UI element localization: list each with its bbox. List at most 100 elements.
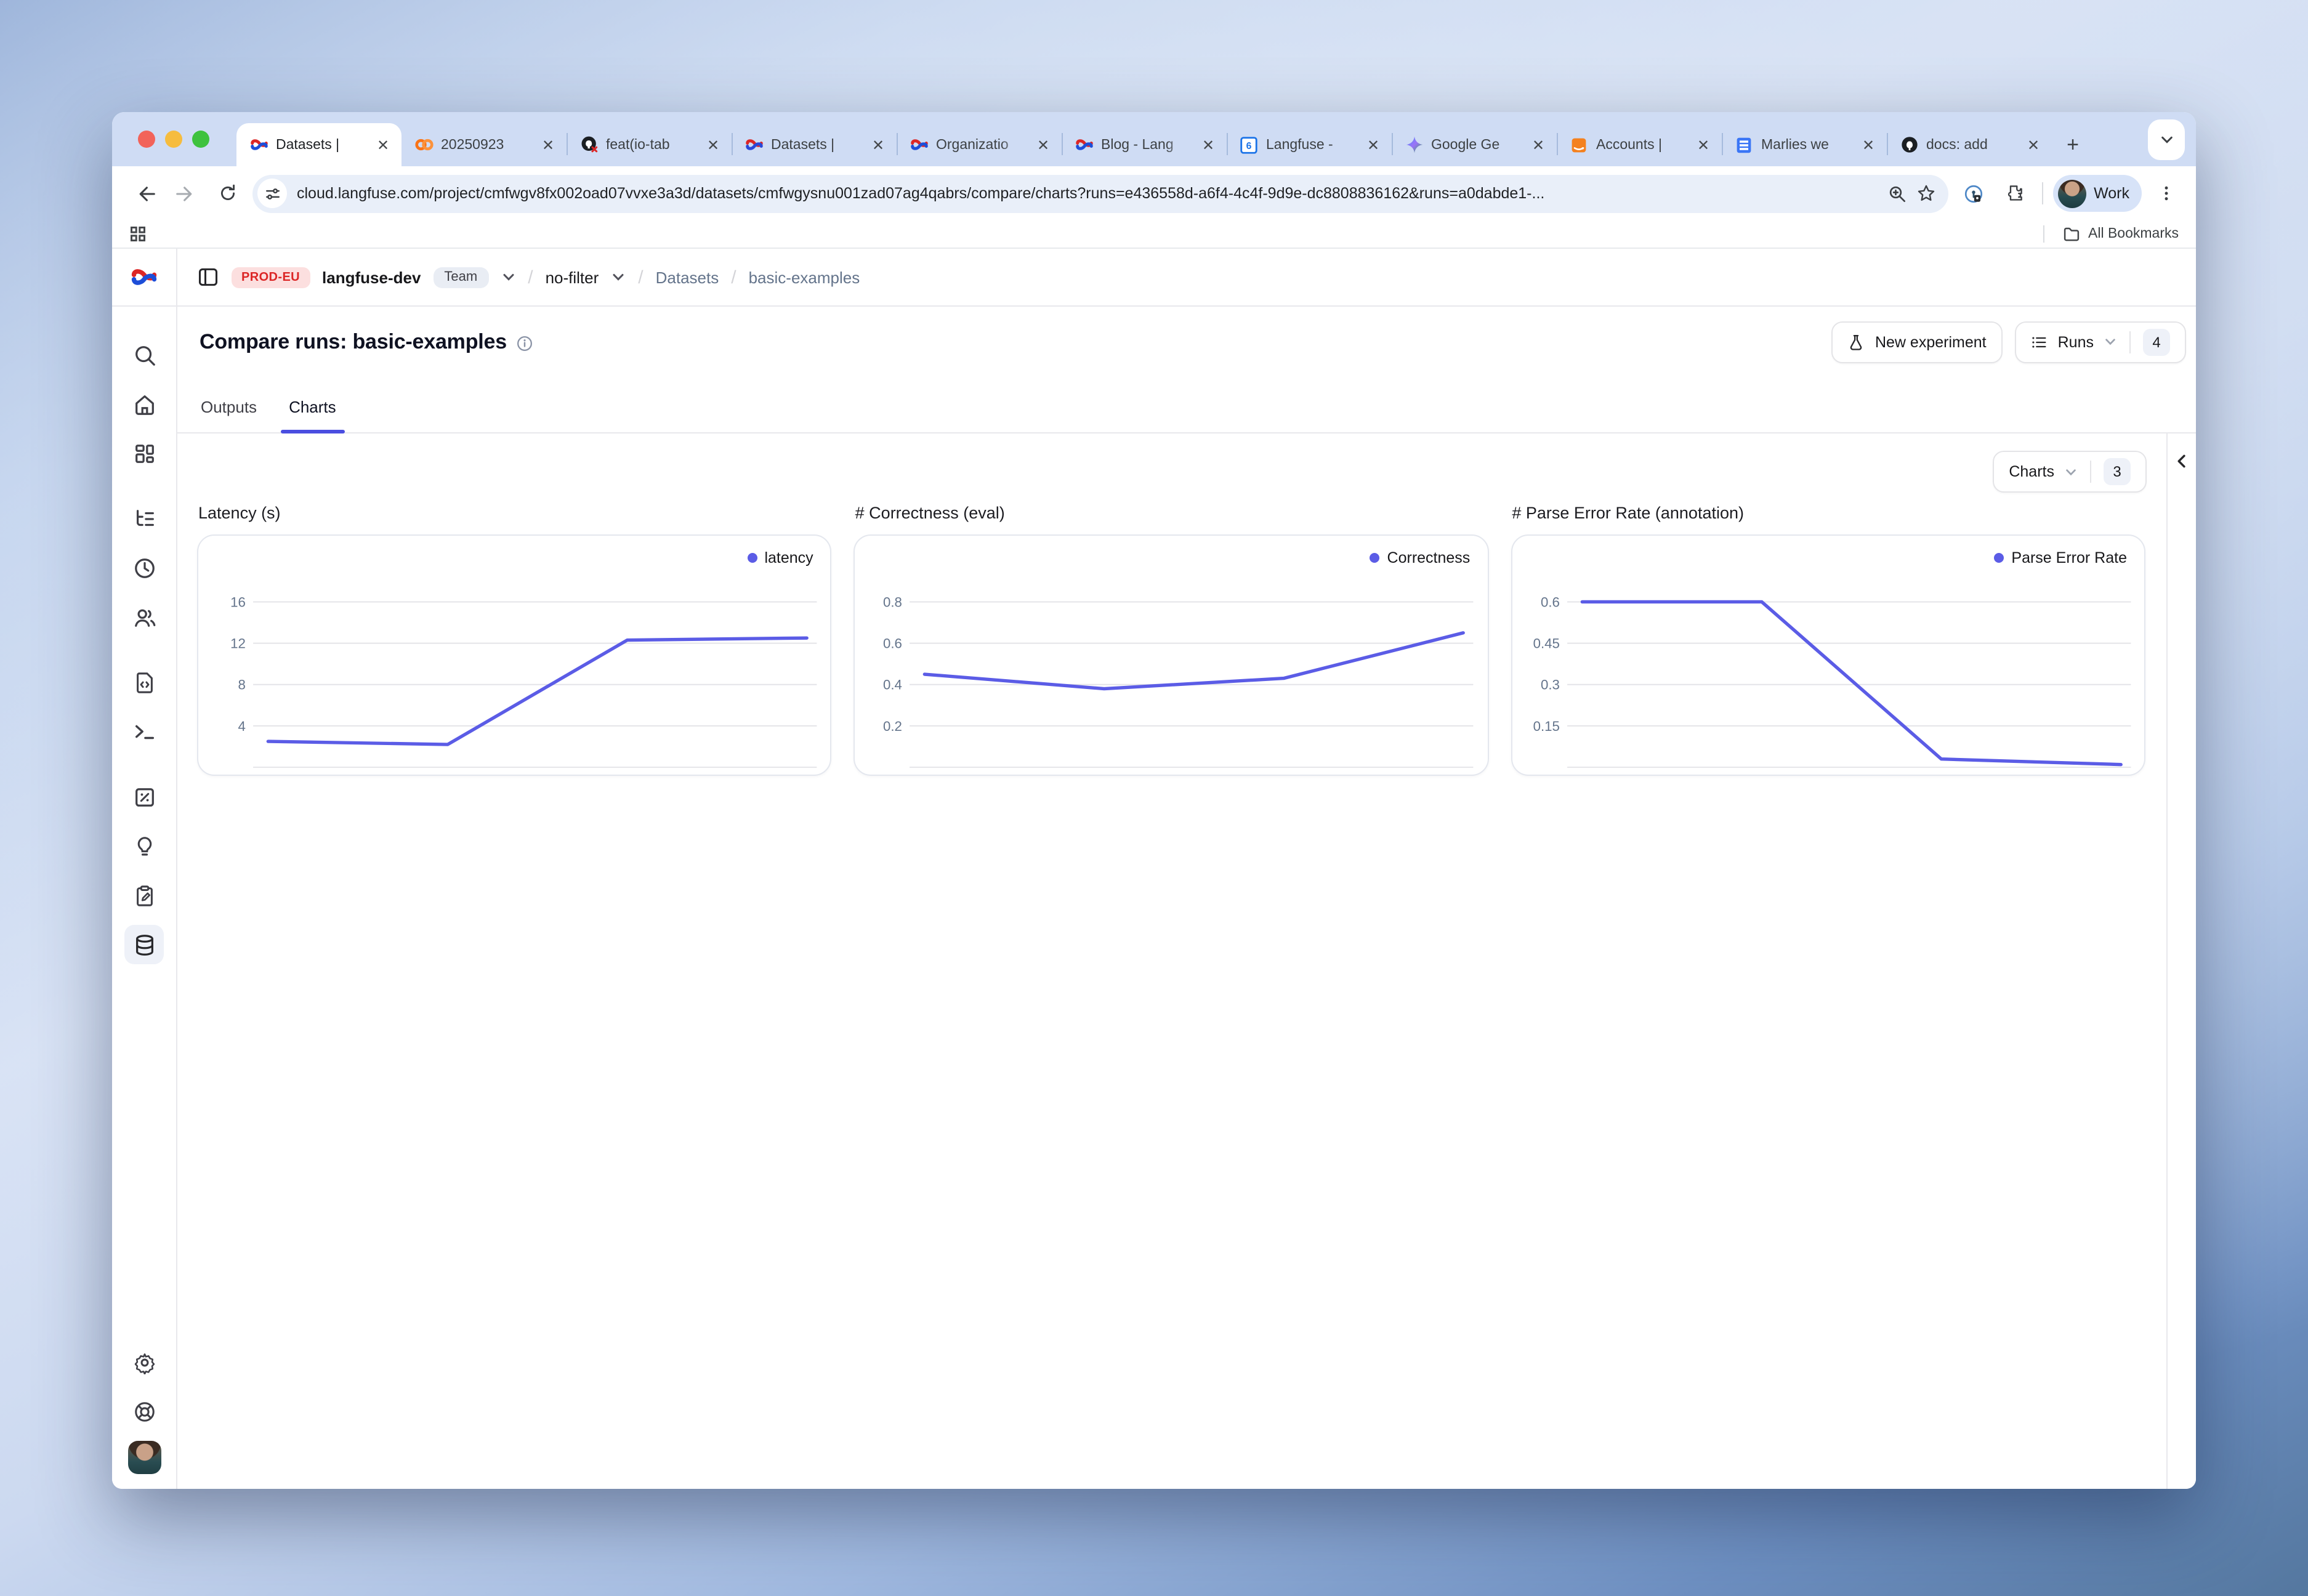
tab-title: Accounts | bbox=[1596, 137, 1686, 152]
browser-tab[interactable]: Accounts | ✕ bbox=[1557, 123, 1722, 166]
new-experiment-button[interactable]: New experiment bbox=[1832, 321, 2003, 363]
tab-search-menu-button[interactable] bbox=[2148, 119, 2185, 160]
terminal-icon bbox=[132, 720, 156, 743]
right-rail bbox=[2166, 433, 2196, 1489]
chevron-down-icon bbox=[2104, 335, 2117, 349]
runs-button[interactable]: Runs 4 bbox=[2015, 321, 2186, 363]
header-actions: New experiment Runs 4 bbox=[1832, 321, 2186, 363]
chart-column: # Parse Error Rate (annotation)0.60.450.… bbox=[1511, 504, 2145, 776]
user-avatar[interactable] bbox=[127, 1441, 161, 1474]
bookmarks-divider bbox=[2043, 225, 2044, 243]
site-settings-icon[interactable] bbox=[257, 179, 287, 208]
forward-button[interactable] bbox=[169, 176, 203, 211]
sidebar-item-users[interactable] bbox=[124, 597, 164, 637]
collapse-panel-button[interactable] bbox=[2174, 453, 2190, 469]
extensions-button[interactable] bbox=[1998, 176, 2032, 211]
file-code-icon bbox=[132, 671, 156, 694]
sidebar-item-tracing[interactable] bbox=[124, 499, 164, 538]
tab-title: Blog - Lang bbox=[1101, 137, 1191, 152]
calendar-6-icon: 6 bbox=[1239, 135, 1259, 155]
sidebar-item-dashboards[interactable] bbox=[124, 433, 164, 473]
password-manager-button[interactable] bbox=[1956, 176, 1990, 211]
browser-tab[interactable]: Organizatio ✕ bbox=[897, 123, 1062, 166]
panel-left-icon[interactable] bbox=[197, 266, 219, 288]
project-switcher[interactable] bbox=[611, 270, 626, 284]
sidebar-item-playground[interactable] bbox=[124, 712, 164, 751]
logo-cell[interactable] bbox=[112, 249, 176, 307]
aws-orange-icon bbox=[1569, 135, 1589, 155]
sidebar-item-support[interactable] bbox=[124, 1392, 164, 1431]
page-title: Compare runs: basic-examples bbox=[200, 329, 507, 354]
sidebar-item-settings[interactable] bbox=[124, 1342, 164, 1382]
zoom-in-icon bbox=[1888, 184, 1907, 203]
reload-button[interactable] bbox=[211, 176, 245, 211]
zoom-page-button[interactable] bbox=[1888, 184, 1907, 203]
browser-tab[interactable]: Datasets |✕ bbox=[236, 123, 401, 166]
info-icon[interactable] bbox=[517, 334, 534, 352]
close-tab-icon[interactable]: ✕ bbox=[1858, 135, 1878, 155]
browser-tab[interactable]: Marlies we✕ bbox=[1722, 123, 1887, 166]
browser-tab[interactable]: Google Ge✕ bbox=[1392, 123, 1557, 166]
close-tab-icon[interactable]: ✕ bbox=[703, 135, 723, 155]
sidebar-item-home[interactable] bbox=[124, 384, 164, 424]
main-column: PROD-EU langfuse-dev Team / no-filter / … bbox=[177, 249, 2196, 1489]
new-tab-button[interactable]: + bbox=[2057, 129, 2089, 161]
sidebar-item-datasets[interactable] bbox=[124, 925, 164, 964]
close-tab-icon[interactable]: ✕ bbox=[1528, 135, 1548, 155]
org-switcher[interactable] bbox=[501, 270, 515, 284]
chevron-down-icon bbox=[611, 270, 626, 284]
tab-title: Organizatio bbox=[936, 137, 1026, 152]
sidebar-item-judge[interactable] bbox=[124, 826, 164, 866]
close-tab-icon[interactable]: ✕ bbox=[1363, 135, 1383, 155]
browser-tab[interactable]: Datasets |✕ bbox=[732, 123, 897, 166]
tab-charts[interactable]: Charts bbox=[289, 398, 336, 432]
folder-icon bbox=[2062, 225, 2080, 243]
breadcrumb-dataset-link[interactable]: basic-examples bbox=[749, 268, 860, 286]
browser-tab[interactable]: 6Langfuse -✕ bbox=[1227, 123, 1392, 166]
browser-tab[interactable]: 20250923✕ bbox=[401, 123, 567, 166]
close-tab-icon[interactable]: ✕ bbox=[2024, 135, 2043, 155]
close-tab-icon[interactable]: ✕ bbox=[1198, 135, 1218, 155]
browser-menu-button[interactable] bbox=[2149, 176, 2184, 211]
close-tab-icon[interactable]: ✕ bbox=[868, 135, 888, 155]
address-bar[interactable]: cloud.langfuse.com/project/cmfwgv8fx002o… bbox=[252, 174, 1948, 212]
chart-legend: latency bbox=[747, 549, 813, 566]
svg-text:0.6: 0.6 bbox=[884, 636, 903, 651]
url-text[interactable]: cloud.langfuse.com/project/cmfwgv8fx002o… bbox=[297, 185, 1878, 202]
apps-grid-icon[interactable] bbox=[129, 225, 147, 243]
sidebar-item-annotation[interactable] bbox=[124, 876, 164, 915]
close-tab-icon[interactable]: ✕ bbox=[373, 135, 393, 155]
breadcrumb-datasets-link[interactable]: Datasets bbox=[656, 268, 719, 286]
search-icon bbox=[132, 343, 156, 366]
sidebar-item-sessions[interactable] bbox=[124, 548, 164, 587]
sidebar-item-search[interactable] bbox=[124, 335, 164, 374]
breadcrumb-org[interactable]: langfuse-dev bbox=[322, 268, 421, 286]
tab-outputs[interactable]: Outputs bbox=[201, 398, 257, 432]
browser-tab[interactable]: feat(io-tab✕ bbox=[567, 123, 732, 166]
sidebar-item-prompts[interactable] bbox=[124, 663, 164, 702]
back-button[interactable] bbox=[127, 176, 161, 211]
minimize-window-button[interactable] bbox=[165, 131, 182, 148]
maximize-window-button[interactable] bbox=[192, 131, 209, 148]
svg-text:0.6: 0.6 bbox=[1540, 595, 1559, 610]
breadcrumb-project[interactable]: no-filter bbox=[546, 268, 599, 286]
close-window-button[interactable] bbox=[138, 131, 155, 148]
charts-dropdown-button[interactable]: Charts 3 bbox=[1993, 451, 2147, 493]
close-tab-icon[interactable]: ✕ bbox=[1693, 135, 1713, 155]
browser-tab[interactable]: Blog - Lang ✕ bbox=[1062, 123, 1227, 166]
svg-text:12: 12 bbox=[230, 636, 246, 651]
window-controls bbox=[138, 131, 209, 148]
button-divider bbox=[2129, 331, 2131, 353]
svg-text:16: 16 bbox=[230, 595, 246, 610]
langfuse-icon bbox=[1074, 135, 1094, 155]
github-icon bbox=[1899, 135, 1919, 155]
chart-legend: Correctness bbox=[1370, 549, 1471, 566]
sidebar-item-evaluators[interactable] bbox=[124, 777, 164, 816]
profile-chip[interactable]: Work bbox=[2053, 175, 2142, 212]
browser-tab[interactable]: docs: add✕ bbox=[1887, 123, 2052, 166]
bookmark-star-button[interactable] bbox=[1916, 183, 1936, 203]
close-tab-icon[interactable]: ✕ bbox=[1033, 135, 1053, 155]
close-tab-icon[interactable]: ✕ bbox=[538, 135, 558, 155]
sidebar-nav bbox=[112, 307, 176, 1489]
all-bookmarks[interactable]: All Bookmarks bbox=[2043, 225, 2179, 243]
